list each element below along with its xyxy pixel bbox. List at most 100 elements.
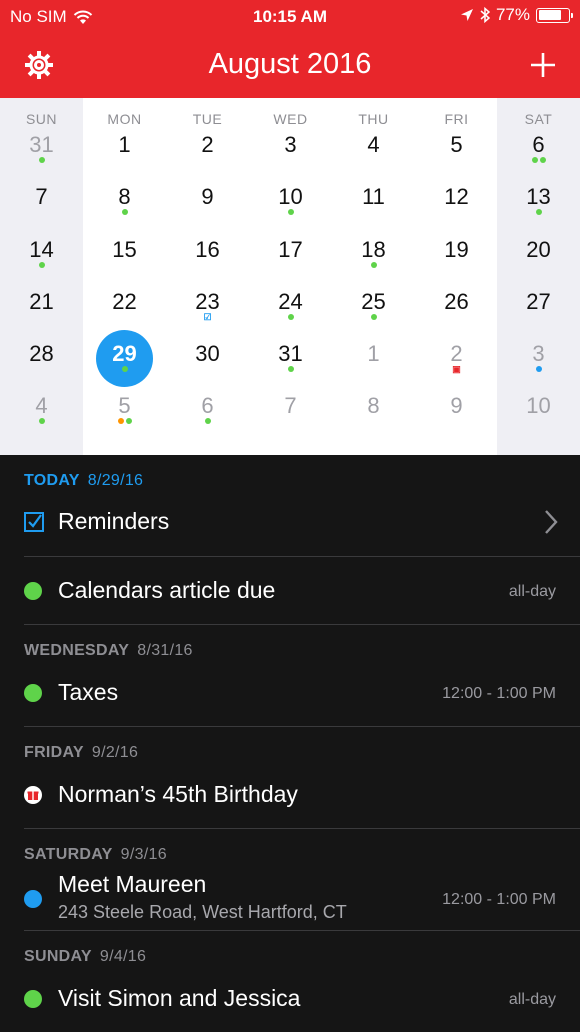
event-indicators [497, 365, 580, 373]
event-dot [121, 366, 128, 372]
day-cell-today[interactable]: 29 [83, 330, 166, 387]
event-dot [38, 157, 45, 163]
day-cell[interactable]: 14 [0, 228, 83, 280]
agenda-section-header: TODAY 8/29/16 [24, 472, 143, 490]
day-cell[interactable]: 1 [83, 123, 166, 175]
day-cell[interactable]: 26 [415, 280, 498, 332]
day-cell[interactable]: 6 [497, 123, 580, 175]
day-cell[interactable]: 1 [332, 332, 415, 384]
day-cell[interactable]: 15 [83, 228, 166, 280]
event-indicators [332, 261, 415, 269]
section-day-label: SATURDAY [24, 846, 113, 863]
day-number: 23 [195, 289, 220, 314]
day-cell[interactable]: 2 [166, 123, 249, 175]
day-cell[interactable]: 9 [166, 175, 249, 227]
day-cell[interactable]: 2 ▣ [415, 332, 498, 384]
event-dot [204, 418, 211, 424]
agenda-event-row[interactable]: Taxes 12:00 - 1:00 PM [0, 663, 580, 723]
agenda-event-row[interactable]: Meet Maureen 243 Steele Road, West Hartfo… [0, 869, 580, 929]
day-number: 5 [118, 393, 131, 418]
row-divider [24, 556, 580, 557]
day-number: 7 [35, 184, 48, 209]
day-number: 9 [201, 184, 214, 209]
row-divider [24, 624, 580, 625]
day-number: 2 [450, 341, 463, 366]
day-cell[interactable]: 6 [166, 384, 249, 436]
reminder-mini-icon: ☑ [203, 312, 212, 322]
nav-bar: August 2016 [0, 32, 580, 98]
day-number: 7 [284, 393, 297, 418]
day-cell[interactable]: 4 [332, 123, 415, 175]
calendar-color-dot [24, 890, 42, 908]
agenda-section-header: WEDNESDAY 8/31/16 [24, 642, 193, 660]
event-indicators [249, 365, 332, 373]
event-dot [38, 262, 45, 268]
day-cell[interactable]: 31 [0, 123, 83, 175]
event-indicators [249, 313, 332, 321]
event-dot [125, 418, 132, 424]
day-cell[interactable]: 23 ☑ [166, 280, 249, 332]
day-number: 3 [532, 341, 545, 366]
month-title[interactable]: August 2016 [0, 48, 580, 81]
gift-icon [24, 786, 42, 804]
day-cell[interactable]: 27 [497, 280, 580, 332]
day-cell[interactable]: 11 [332, 175, 415, 227]
day-cell[interactable]: 12 [415, 175, 498, 227]
agenda-section-header: FRIDAY 9/2/16 [24, 744, 138, 762]
day-cell[interactable]: 4 [0, 384, 83, 436]
day-number: 12 [444, 184, 469, 209]
event-title: Calendars article due [58, 577, 276, 603]
day-cell[interactable]: 8 [332, 384, 415, 436]
bluetooth-icon [480, 6, 490, 24]
day-cell[interactable]: 5 [83, 384, 166, 436]
day-cell[interactable]: 17 [249, 228, 332, 280]
day-cell[interactable]: 22 [83, 280, 166, 332]
status-right: 77% [460, 5, 573, 25]
event-indicators [0, 261, 83, 269]
day-number: 11 [362, 184, 385, 209]
day-cell[interactable]: 16 [166, 228, 249, 280]
day-cell[interactable]: 24 [249, 280, 332, 332]
day-number: 26 [444, 289, 469, 314]
day-cell[interactable]: 10 [249, 175, 332, 227]
day-cell[interactable]: 5 [415, 123, 498, 175]
day-number: 14 [29, 237, 54, 262]
event-indicators [166, 417, 249, 425]
day-number: 22 [112, 289, 137, 314]
day-number: 31 [29, 132, 54, 157]
battery-level [538, 10, 561, 20]
event-dot [531, 157, 538, 163]
agenda-event-row[interactable]: Norman’s 45th Birthday [0, 765, 580, 825]
day-cell[interactable]: 8 [83, 175, 166, 227]
day-cell[interactable]: 3 [497, 332, 580, 384]
agenda-event-row[interactable]: Calendars article due all-day [0, 561, 580, 621]
day-cell[interactable]: 19 [415, 228, 498, 280]
day-number: 29 [112, 341, 137, 366]
day-number: 2 [201, 132, 214, 157]
day-cell[interactable]: 20 [497, 228, 580, 280]
day-cell[interactable]: 3 [249, 123, 332, 175]
event-indicators [83, 365, 166, 373]
agenda-event-row[interactable]: Visit Simon and Jessica all-day [0, 969, 580, 1029]
event-dot [287, 314, 294, 320]
day-cell[interactable]: 25 [332, 280, 415, 332]
day-cell[interactable]: 30 [166, 332, 249, 384]
day-cell[interactable]: 28 [0, 332, 83, 384]
day-cell[interactable]: 21 [0, 280, 83, 332]
day-number: 27 [526, 289, 551, 314]
month-calendar: SUN MON TUE WED THU FRI SAT 31 1 2 3 4 5 6 7 8 9 10 11 12 1… [0, 98, 580, 455]
section-date-label: 8/29/16 [87, 472, 144, 489]
day-cell[interactable]: 31 [249, 332, 332, 384]
section-day-label: WEDNESDAY [24, 642, 130, 659]
day-cell[interactable]: 10 [497, 384, 580, 436]
day-cell[interactable]: 9 [415, 384, 498, 436]
reminders-row[interactable]: Reminders [0, 492, 580, 552]
day-number: 10 [526, 393, 551, 418]
add-event-button[interactable] [528, 48, 558, 82]
day-cell[interactable]: 13 [497, 175, 580, 227]
status-bar: No SIM 10:15 AM 77% [0, 0, 580, 32]
day-cell[interactable]: 7 [0, 175, 83, 227]
day-cell[interactable]: 18 [332, 228, 415, 280]
event-dot [535, 209, 542, 215]
day-cell[interactable]: 7 [249, 384, 332, 436]
